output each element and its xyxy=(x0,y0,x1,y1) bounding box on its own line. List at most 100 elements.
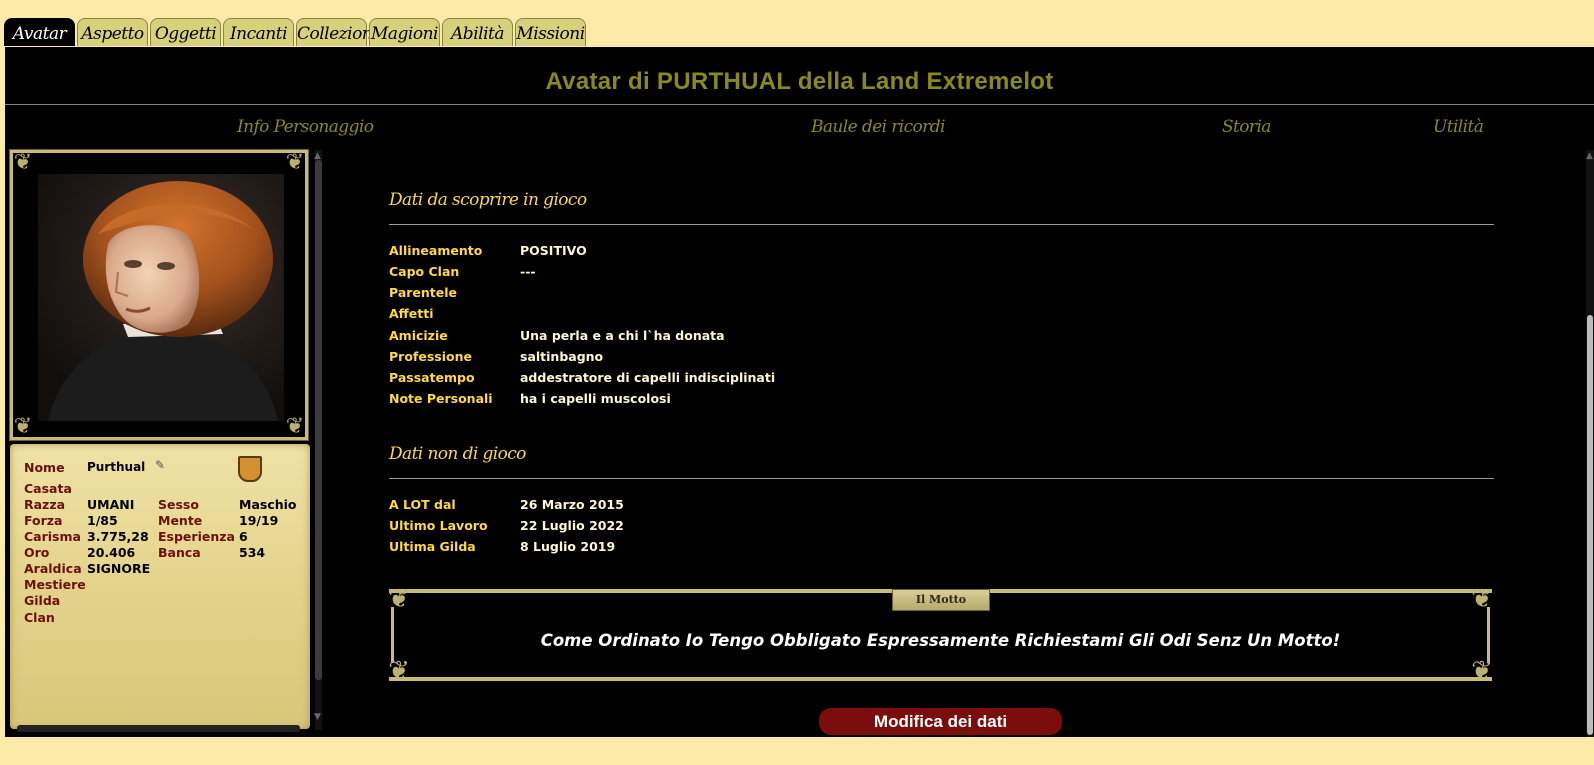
stat-label: Oro xyxy=(24,545,50,560)
stat-row: Oro 20.406 Banca 534 xyxy=(24,545,265,561)
field-value: saltinbagno xyxy=(520,349,604,364)
field-label: Passatempo xyxy=(389,370,475,385)
stat-value: 19/19 xyxy=(239,513,279,528)
stat-row: Razza UMANI Sesso Maschio xyxy=(24,497,297,513)
subnav-baule-ricordi[interactable]: Baule dei ricordi xyxy=(811,117,945,137)
field-label: Ultima Gilda xyxy=(389,539,476,554)
avatar xyxy=(38,174,284,421)
field-value: POSITIVO xyxy=(520,243,587,258)
horizontal-scrollbar[interactable] xyxy=(17,725,300,732)
subnav-utilita[interactable]: Utilità xyxy=(1433,117,1484,137)
stat-value: 20.406 xyxy=(87,545,136,560)
stat-label: Esperienza xyxy=(158,529,235,544)
scrollbar-thumb[interactable] xyxy=(1587,315,1593,735)
subnav-info-personaggio[interactable]: Info Personaggio xyxy=(237,117,374,137)
subnav-storia[interactable]: Storia xyxy=(1222,117,1271,137)
subnav: Info Personaggio Baule dei ricordi Stori… xyxy=(5,115,1594,145)
tab-missioni[interactable]: Missioni xyxy=(515,18,586,46)
field-label: Parentele xyxy=(389,285,458,300)
scroll-up-icon[interactable]: ▲ xyxy=(1586,151,1593,161)
stat-row: Araldica SIGNORE xyxy=(24,561,150,577)
tab-avatar[interactable]: Avatar xyxy=(4,18,75,46)
stat-value: SIGNORE xyxy=(87,561,151,576)
field-value: 22 Luglio 2022 xyxy=(520,518,624,533)
field-value: Una perla e a chi l`ha donata xyxy=(520,328,725,343)
field-label: Affetti xyxy=(389,306,434,321)
field-value: addestratore di capelli indisciplinati xyxy=(520,370,776,385)
stat-value: 1/85 xyxy=(87,513,118,528)
stat-label: Gilda xyxy=(24,593,61,608)
ornament-icon: ❦ xyxy=(388,584,410,614)
stat-label: Razza xyxy=(24,497,66,512)
stat-label: Mestiere xyxy=(24,577,86,592)
field-label: A LOT dal xyxy=(389,497,456,512)
shield-icon[interactable] xyxy=(238,456,262,482)
stat-value: UMANI xyxy=(87,497,135,512)
field-label: Amicizie xyxy=(389,328,448,343)
stat-row: Nome Purthual ✎ xyxy=(24,456,262,482)
stat-label: Forza xyxy=(24,513,63,528)
stat-row: Carisma 3.775,28 Esperienza 6 xyxy=(24,529,248,545)
field-label: Note Personali xyxy=(389,391,493,406)
divider xyxy=(389,478,1494,479)
ornament-icon: ❦ xyxy=(1471,584,1493,614)
title-bar: Avatar di PURTHUAL della Land Extremelot xyxy=(5,47,1594,105)
stat-row: Casata xyxy=(24,481,72,497)
stat-row: Gilda xyxy=(24,593,60,609)
tab-bar: Avatar Aspetto Oggetti Incanti Collezion… xyxy=(4,18,588,48)
field-label: Ultimo Lavoro xyxy=(389,518,488,533)
ornament-icon: ❦ xyxy=(13,414,33,439)
pencil-icon[interactable]: ✎ xyxy=(155,458,165,472)
scroll-down-icon[interactable]: ▼ xyxy=(314,712,321,722)
stat-value: 534 xyxy=(239,545,266,560)
motto-badge: Il Motto xyxy=(892,589,990,611)
tab-magioni[interactable]: Magioni xyxy=(369,18,440,46)
stat-value: 6 xyxy=(239,529,248,544)
field-value: 8 Luglio 2019 xyxy=(520,539,616,554)
character-sheet: Nome Purthual ✎ Casata Razza UMANI Sesso… xyxy=(10,444,310,729)
stat-row: Forza 1/85 Mente 19/19 xyxy=(24,513,278,529)
tab-collezioni[interactable]: Collezioni xyxy=(296,18,378,46)
section-title-offgame: Dati non di gioco xyxy=(389,444,526,464)
edit-data-button[interactable]: Modifica dei dati xyxy=(819,708,1062,735)
left-scrollbar[interactable] xyxy=(315,150,322,730)
stat-label: Araldica xyxy=(24,561,82,576)
section-title-game: Dati da scoprire in gioco xyxy=(389,190,587,210)
stat-label: Banca xyxy=(158,545,201,560)
stat-value: Purthual xyxy=(87,460,146,474)
stat-row: Mestiere xyxy=(24,577,86,593)
motto-text: Come Ordinato Io Tengo Obbligato Espress… xyxy=(540,631,1341,650)
tab-aspetto[interactable]: Aspetto xyxy=(77,18,148,46)
stat-value: 3.775,28 xyxy=(87,529,149,544)
divider xyxy=(389,224,1494,225)
field-label: Allineamento xyxy=(389,243,483,258)
right-scrollbar[interactable] xyxy=(1586,150,1594,737)
stat-label: Sesso xyxy=(158,497,199,512)
stat-label: Casata xyxy=(24,481,72,496)
tab-incanti[interactable]: Incanti xyxy=(223,18,294,46)
ornament-icon: ❦ xyxy=(388,656,410,686)
motto-frame: ❦ ❦ ❦ ❦ Il Motto Come Ordinato Io Tengo … xyxy=(388,584,1493,686)
stat-value: Maschio xyxy=(239,497,297,512)
ornament-icon: ❦ xyxy=(285,150,305,175)
stat-label: Carisma xyxy=(24,529,81,544)
scrollbar-thumb[interactable] xyxy=(315,160,322,680)
field-label: Professione xyxy=(389,349,472,364)
ornament-icon: ❦ xyxy=(285,414,305,439)
ornament-icon: ❦ xyxy=(1471,656,1493,686)
field-label: Capo Clan xyxy=(389,264,460,279)
field-value: 26 Marzo 2015 xyxy=(520,497,624,512)
ornament-icon: ❦ xyxy=(13,150,33,175)
scroll-up-icon[interactable]: ▲ xyxy=(314,151,321,161)
portrait-frame: ❦ ❦ ❦ ❦ xyxy=(9,149,309,441)
tab-oggetti[interactable]: Oggetti xyxy=(150,18,221,46)
stat-row: Clan xyxy=(24,610,55,626)
field-value: --- xyxy=(520,264,536,279)
field-value: ha i capelli muscolosi xyxy=(520,391,671,406)
tab-abilita[interactable]: Abilità xyxy=(442,18,513,46)
avatar-panel: Avatar di PURTHUAL della Land Extremelot… xyxy=(5,47,1594,737)
stat-label: Mente xyxy=(158,513,203,528)
stat-label: Nome xyxy=(24,460,65,475)
page-title: Avatar di PURTHUAL della Land Extremelot xyxy=(545,68,1054,95)
stat-label: Clan xyxy=(24,610,55,625)
